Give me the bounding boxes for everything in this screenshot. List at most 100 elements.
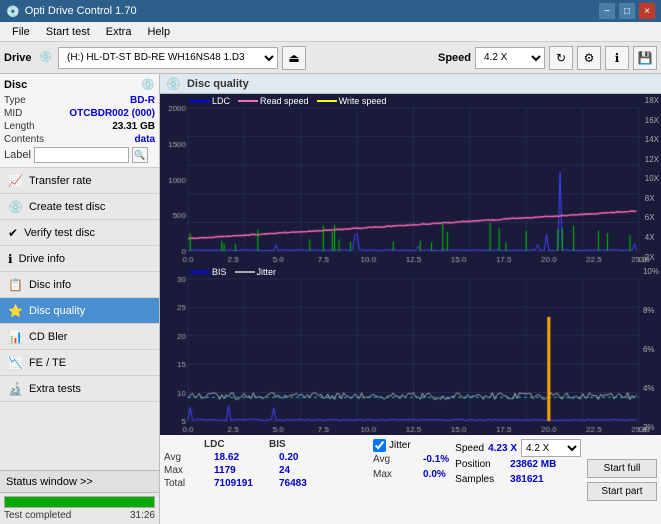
legend-ldc: LDC (190, 96, 230, 106)
start-part-button[interactable]: Start part (587, 482, 657, 501)
close-button[interactable]: × (639, 3, 655, 19)
y-right-2pct: 2% (643, 423, 659, 432)
y-right-18x: 18X (645, 96, 659, 105)
stats-avg-bis: 0.20 (279, 452, 344, 463)
legend-write-speed: Write speed (317, 96, 387, 106)
disc-contents-row: Contents data (4, 134, 155, 145)
sidebar-item-label: Create test disc (29, 201, 105, 213)
jitter-avg-row: Avg -0.1% (373, 454, 449, 465)
jitter-checkbox[interactable] (373, 439, 386, 452)
disc-length-value: 23.31 GB (112, 121, 155, 132)
samples-row: Samples 381621 (455, 474, 581, 485)
stats-header-ldc: LDC (204, 439, 269, 450)
menu-extra[interactable]: Extra (98, 22, 140, 41)
info-button[interactable]: ℹ (605, 46, 629, 70)
speed-position-section: Speed 4.23 X 4.2 X Position 23862 MB Sam… (455, 439, 581, 520)
transfer-rate-icon: 📈 (8, 174, 23, 188)
disc-length-label: Length (4, 121, 35, 132)
samples-value: 381621 (510, 474, 543, 485)
sidebar-item-transfer-rate[interactable]: 📈 Transfer rate (0, 168, 159, 194)
settings-button[interactable]: ⚙ (577, 46, 601, 70)
speed-select-stats[interactable]: 4.2 X (521, 439, 581, 457)
status-section: Status window >> Test completed 31:26 (0, 470, 159, 524)
disc-label-row: Label 🔍 (4, 147, 155, 163)
status-window-button[interactable]: Status window >> (0, 471, 159, 493)
sidebar-item-disc-quality[interactable]: ⭐ Disc quality (0, 298, 159, 324)
legend-bis: BIS (190, 267, 227, 277)
legend-bis-color (190, 271, 210, 273)
drive-label: Drive (4, 52, 32, 64)
nav-items: 📈 Transfer rate 💿 Create test disc ✔ Ver… (0, 168, 159, 470)
content-area: 💿 Disc quality LDC Read speed (160, 74, 661, 524)
status-text: Test completed (4, 510, 71, 521)
eject-button[interactable]: ⏏ (282, 46, 306, 70)
refresh-button[interactable]: ↻ (549, 46, 573, 70)
y-right-6pct: 6% (643, 345, 659, 354)
disc-label-input[interactable] (34, 147, 129, 163)
legend-jitter-label: Jitter (257, 267, 277, 277)
jitter-avg-label: Avg (373, 454, 423, 465)
disc-label-key: Label (4, 149, 31, 161)
drive-select[interactable]: (H:) HL-DT-ST BD-RE WH16NS48 1.D3 (58, 47, 278, 69)
save-button[interactable]: 💾 (633, 46, 657, 70)
speed-row: Speed 4.23 X 4.2 X (455, 439, 581, 457)
sidebar-item-create-test-disc[interactable]: 💿 Create test disc (0, 194, 159, 220)
app-icon: 💿 (6, 5, 20, 18)
stats-total-bis: 76483 (279, 478, 344, 489)
speed-label-stat: Speed (455, 443, 484, 454)
fe-te-icon: 📉 (8, 356, 23, 370)
create-test-disc-icon: 💿 (8, 200, 23, 214)
drive-info-icon: ℹ (8, 252, 13, 266)
y-right-12x: 12X (645, 155, 659, 164)
bottom-chart: BIS Jitter 10% 8% 6% 4% 2% (160, 265, 661, 435)
disc-mid-value: OTCBDR002 (000) (69, 108, 155, 119)
sidebar-item-fe-te[interactable]: 📉 FE / TE (0, 350, 159, 376)
bottom-chart-canvas (160, 265, 661, 435)
top-chart-yaxis-right: 18X 16X 14X 12X 10X 8X 6X 4X 2X (645, 94, 659, 264)
menu-start-test[interactable]: Start test (38, 22, 98, 41)
stats-total-label: Total (164, 478, 214, 489)
disc-mid-label: MID (4, 108, 22, 119)
start-full-button[interactable]: Start full (587, 459, 657, 478)
menu-help[interactable]: Help (139, 22, 178, 41)
y-right-2x: 2X (645, 253, 659, 262)
disc-label-button[interactable]: 🔍 (132, 147, 148, 163)
stats-area: LDC BIS Avg 18.62 0.20 Max 1179 24 Tot (160, 434, 661, 524)
jitter-max-row: Max 0.0% (373, 469, 449, 480)
sidebar-item-extra-tests[interactable]: 🔬 Extra tests (0, 376, 159, 402)
extra-tests-icon: 🔬 (8, 382, 23, 396)
legend-jitter-color (235, 271, 255, 273)
top-chart-legend: LDC Read speed Write speed (190, 96, 386, 106)
stats-header-empty (164, 439, 204, 450)
speed-select-toolbar[interactable]: 4.2 X (475, 47, 545, 69)
disc-type-row: Type BD-R (4, 95, 155, 106)
jitter-checkbox-row: Jitter (373, 439, 449, 452)
disc-mid-row: MID OTCBDR002 (000) (4, 108, 155, 119)
menu-file[interactable]: File (4, 22, 38, 41)
status-time: 31:26 (130, 510, 155, 521)
stats-max-label: Max (164, 465, 214, 476)
y-right-16x: 16X (645, 116, 659, 125)
disc-panel-icon: 💿 (141, 78, 155, 91)
app-title: Opti Drive Control 1.70 (25, 5, 137, 17)
stats-total-row: Total 7109191 76483 (164, 478, 367, 489)
maximize-button[interactable]: □ (619, 3, 635, 19)
disc-type-label: Type (4, 95, 26, 106)
position-row: Position 23862 MB (455, 459, 581, 470)
sidebar-item-cd-bler[interactable]: 📊 CD Bler (0, 324, 159, 350)
sidebar-item-verify-test-disc[interactable]: ✔ Verify test disc (0, 220, 159, 246)
titlebar-controls: − □ × (599, 3, 655, 19)
minimize-button[interactable]: − (599, 3, 615, 19)
menubar: File Start test Extra Help (0, 22, 661, 42)
drive-icon: 💿 (40, 52, 52, 63)
bottom-chart-yaxis-right: 10% 8% 6% 4% 2% (643, 265, 659, 435)
y-right-8x: 8X (645, 194, 659, 203)
jitter-max-val: 0.0% (423, 469, 446, 480)
sidebar-item-disc-info[interactable]: 📋 Disc info (0, 272, 159, 298)
cd-bler-icon: 📊 (8, 330, 23, 344)
sidebar-item-label: Extra tests (29, 383, 81, 395)
sidebar-item-drive-info[interactable]: ℹ Drive info (0, 246, 159, 272)
titlebar-title: 💿 Opti Drive Control 1.70 (6, 5, 137, 18)
y-right-10x: 10X (645, 174, 659, 183)
stats-header-bis: BIS (269, 439, 334, 450)
